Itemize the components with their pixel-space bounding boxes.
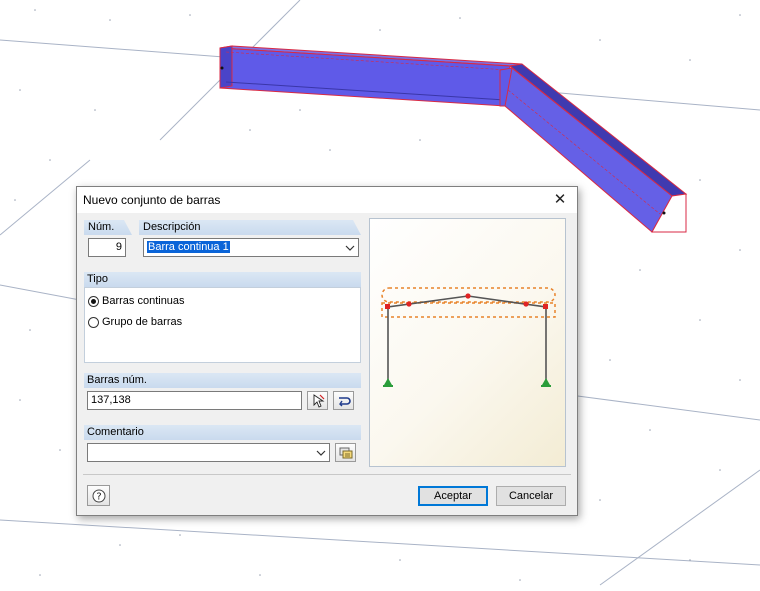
- description-combobox[interactable]: Barra continua 1: [143, 238, 359, 257]
- radio-grupo-de-barras-label: Grupo de barras: [102, 316, 183, 328]
- radio-grupo-de-barras[interactable]: Grupo de barras: [88, 314, 182, 330]
- frame-preview-diagram: [381, 287, 556, 387]
- accept-button[interactable]: Aceptar: [418, 486, 488, 506]
- barras-label: Barras núm.: [84, 373, 361, 388]
- preview-panel: [369, 218, 566, 467]
- dialog-titlebar[interactable]: Nuevo conjunto de barras ✕: [77, 187, 577, 213]
- dialog-title: Nuevo conjunto de barras: [83, 193, 221, 207]
- comment-library-button[interactable]: [335, 443, 356, 462]
- radio-barras-continuas[interactable]: Barras continuas: [88, 293, 185, 309]
- help-icon: ?: [92, 489, 105, 502]
- clear-selection-button[interactable]: [333, 391, 354, 410]
- close-button[interactable]: ✕: [543, 187, 577, 213]
- support-icons: [383, 378, 551, 387]
- frame-nodes: [385, 293, 548, 309]
- description-value: Barra continua 1: [146, 240, 231, 254]
- svg-text:?: ?: [96, 491, 101, 502]
- num-label: Núm.: [84, 220, 132, 235]
- num-input[interactable]: 9: [88, 238, 126, 257]
- pick-members-button[interactable]: [307, 391, 328, 410]
- radio-unchecked-icon: [88, 316, 99, 328]
- comentario-label: Comentario: [84, 425, 361, 440]
- chevron-down-icon[interactable]: [316, 444, 326, 467]
- chevron-down-icon[interactable]: [345, 239, 355, 262]
- barras-input[interactable]: 137,138: [87, 391, 302, 410]
- new-member-set-dialog: Nuevo conjunto de barras ✕ Núm. 9 Descri…: [76, 186, 578, 516]
- radio-checked-icon: [88, 295, 99, 307]
- comment-library-icon: [339, 447, 352, 458]
- tipo-label: Tipo: [84, 272, 361, 287]
- help-button[interactable]: ?: [87, 485, 110, 506]
- cancel-button[interactable]: Cancelar: [496, 486, 566, 506]
- tipo-panel: Barras continuas Grupo de barras: [84, 287, 361, 363]
- separator: [83, 474, 571, 475]
- clear-selection-icon: [338, 396, 351, 406]
- description-label: Descripción: [139, 220, 361, 235]
- frame-members: [387, 295, 547, 381]
- member-137[interactable]: [219, 45, 523, 107]
- comentario-combobox[interactable]: [87, 443, 330, 462]
- radio-barras-continuas-label: Barras continuas: [102, 295, 185, 307]
- pick-members-icon: [313, 393, 324, 408]
